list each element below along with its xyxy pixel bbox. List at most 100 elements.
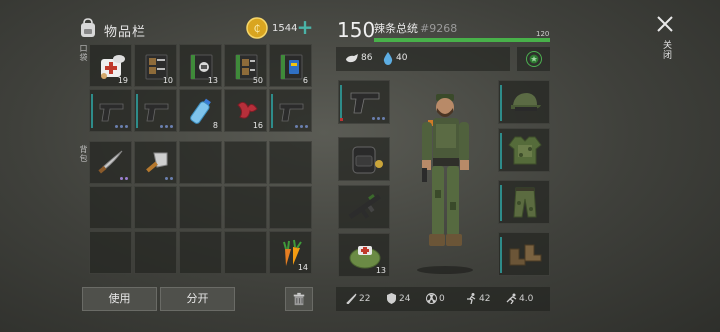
rarity-dots	[165, 177, 173, 180]
durability-bar	[500, 237, 502, 273]
empty-slot[interactable]	[224, 141, 267, 184]
durability-bar	[91, 94, 93, 128]
equip-slot-medical[interactable]: 13	[338, 233, 390, 277]
item-quantity: 50	[252, 76, 263, 85]
survival-stats: 86 40	[336, 47, 510, 71]
inventory-header: 物品栏 ₵ 1544 +	[78, 14, 318, 44]
equip-slot-head[interactable]	[498, 80, 550, 124]
water-drop-icon	[383, 52, 393, 65]
shield-icon	[387, 293, 396, 304]
item-quantity: 13	[375, 266, 386, 275]
radiation-stat: 0	[426, 293, 445, 304]
military-cap-icon	[511, 93, 541, 111]
use-button[interactable]: 使用	[82, 287, 157, 311]
inventory-slot[interactable]	[134, 89, 177, 132]
cleaver-icon	[146, 152, 168, 173]
durability-bar	[500, 85, 502, 121]
attack-icon	[346, 293, 357, 304]
durability-bar	[271, 94, 273, 128]
player-level: 150	[337, 18, 376, 42]
camo-pants-icon	[513, 187, 537, 218]
food-icon	[346, 54, 358, 63]
inventory-slot[interactable]: 6	[269, 44, 312, 87]
rarity-dots	[372, 117, 385, 120]
boots-icon	[509, 244, 542, 266]
equip-slot-weapon[interactable]	[338, 80, 390, 124]
inventory-slot[interactable]: 16	[224, 89, 267, 132]
inventory-slot[interactable]	[89, 141, 132, 184]
attribute-bar: 22 24 0 42 4.0	[336, 287, 550, 311]
pistol-icon	[144, 103, 169, 122]
equip-slot-rifle[interactable]	[338, 185, 390, 229]
stealth-stat: 4.0	[506, 293, 533, 304]
durability-bar	[136, 94, 138, 128]
item-quantity: 16	[252, 121, 263, 130]
close-icon[interactable]	[655, 14, 675, 34]
empty-slot[interactable]	[224, 231, 267, 274]
pistol-icon	[350, 92, 380, 114]
empty-slot[interactable]	[89, 186, 132, 229]
xp-bar	[374, 38, 550, 42]
pocket-grid: 19 10 13 50 6 8 16	[89, 44, 312, 132]
inventory-slot[interactable]: 8	[179, 89, 222, 132]
item-quantity: 10	[162, 76, 173, 85]
backpack-icon	[81, 18, 95, 37]
durability-bar	[500, 185, 502, 221]
empty-slot[interactable]	[179, 186, 222, 229]
svg-text:₵: ₵	[254, 22, 261, 35]
inventory-slot[interactable]: 10	[134, 44, 177, 87]
empty-slot[interactable]	[134, 231, 177, 274]
xp-bar-fill	[374, 38, 550, 42]
empty-slot[interactable]	[179, 141, 222, 184]
rifle-icon	[348, 194, 381, 219]
inventory-slot[interactable]: 13	[179, 44, 222, 87]
running-icon	[467, 293, 476, 304]
defense-stat: 24	[386, 293, 410, 304]
rarity-dots	[115, 125, 128, 128]
food-value: 86	[361, 53, 373, 63]
item-quantity: 13	[207, 76, 218, 85]
close-label[interactable]: 关闭	[660, 40, 673, 60]
empty-slot[interactable]	[179, 231, 222, 274]
split-button[interactable]: 分开	[160, 287, 235, 311]
backpack-grid: 14	[89, 141, 312, 274]
inventory-title: 物品栏	[104, 25, 147, 40]
equip-slot-body[interactable]	[498, 128, 550, 172]
rarity-dots	[160, 125, 173, 128]
trash-button[interactable]	[285, 287, 313, 311]
water-value: 40	[396, 53, 408, 63]
add-coins-button[interactable]: +	[295, 16, 315, 38]
rarity-dots	[295, 125, 308, 128]
inventory-slot[interactable]	[269, 89, 312, 132]
player-character	[417, 94, 473, 274]
inventory-slot[interactable]: 50	[224, 44, 267, 87]
status-effects[interactable]	[517, 47, 550, 71]
backpack-label: 背包	[79, 145, 88, 163]
sneak-icon	[506, 293, 517, 304]
pocket-label: 口袋	[79, 44, 88, 62]
status-marker	[340, 118, 343, 121]
camo-vest-icon	[508, 136, 542, 165]
equip-slot-feet[interactable]	[498, 232, 550, 276]
durability-bar	[340, 85, 342, 121]
inventory-slot[interactable]	[134, 141, 177, 184]
inventory-slot[interactable]: 14	[269, 231, 312, 274]
item-quantity: 19	[117, 76, 128, 85]
xp-value: 120	[536, 30, 550, 38]
player-name: 辣条总统 #9268	[374, 20, 457, 36]
equip-slot-backpack[interactable]	[338, 137, 390, 181]
player-id: #9268	[420, 22, 458, 35]
equip-slot-legs[interactable]	[498, 180, 550, 224]
inventory-slot[interactable]: 19	[89, 44, 132, 87]
empty-slot[interactable]	[269, 186, 312, 229]
durability-bar	[500, 133, 502, 169]
attack-stat: 22	[346, 293, 370, 304]
inventory-slot[interactable]	[89, 89, 132, 132]
trash-icon	[293, 292, 305, 306]
empty-slot[interactable]	[89, 231, 132, 274]
empty-slot[interactable]	[269, 141, 312, 184]
coin-icon: ₵	[246, 17, 268, 39]
empty-slot[interactable]	[134, 186, 177, 229]
coin-amount: 1544	[272, 23, 298, 34]
empty-slot[interactable]	[224, 186, 267, 229]
